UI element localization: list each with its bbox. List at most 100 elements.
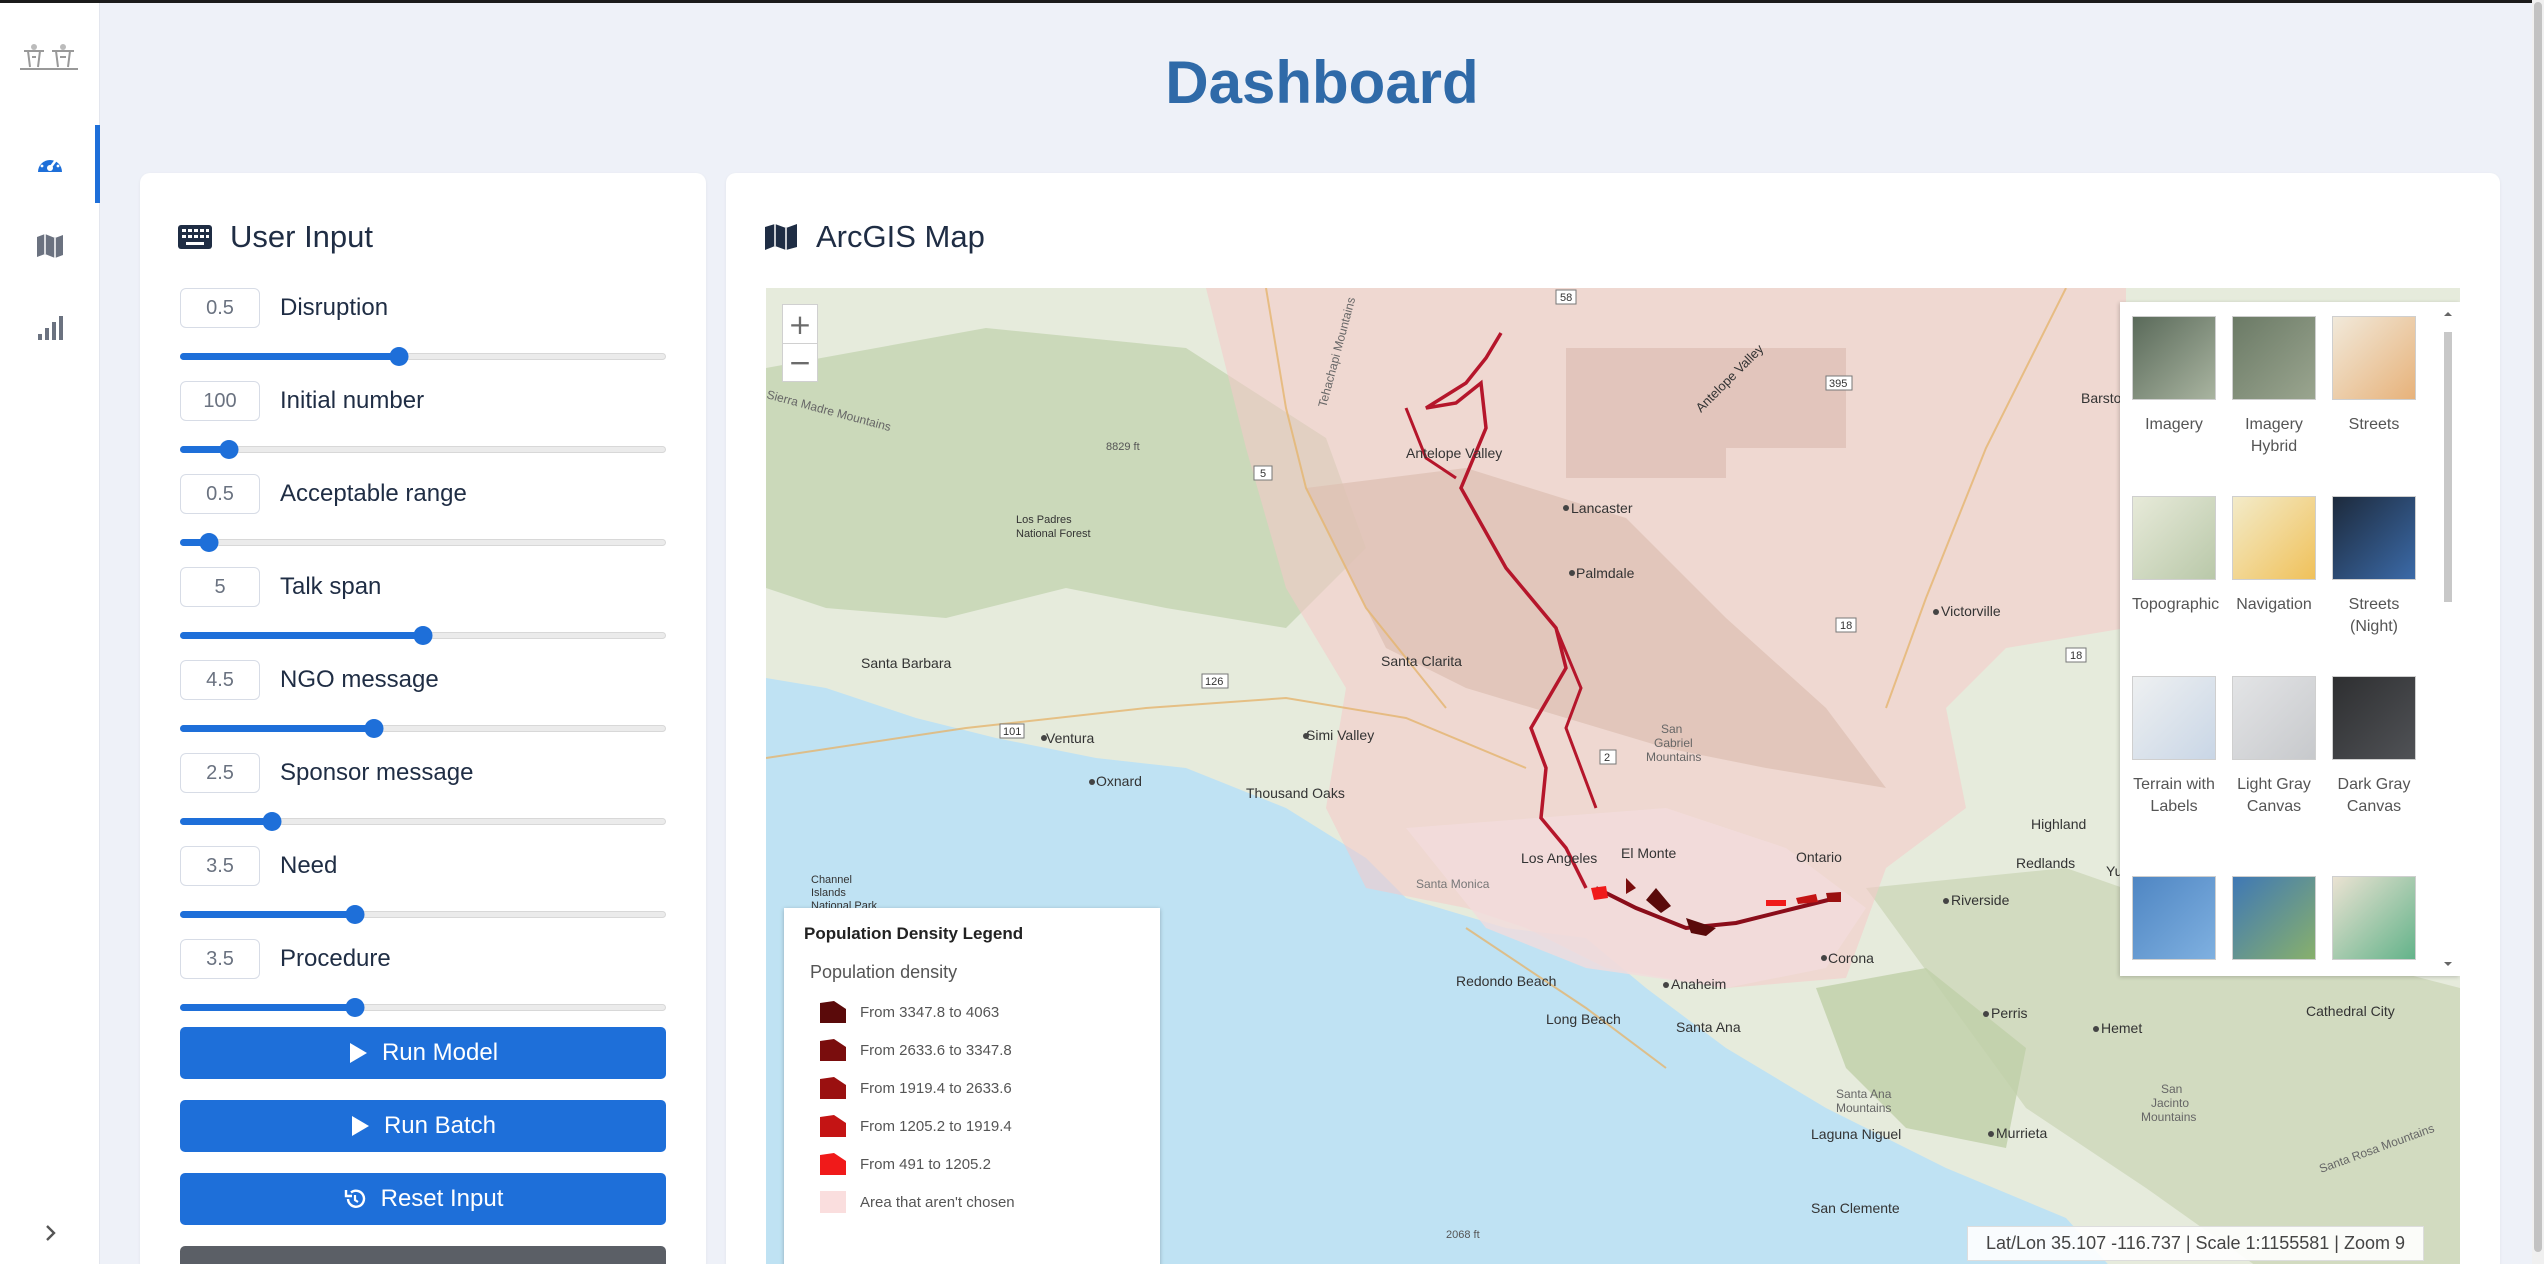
svg-text:Highland: Highland: [2031, 816, 2086, 832]
param-value-input[interactable]: 100: [180, 381, 260, 421]
basemap-option[interactable]: Imagery: [2132, 316, 2216, 436]
param-slider[interactable]: [180, 904, 666, 924]
svg-text:Lancaster: Lancaster: [1571, 500, 1633, 516]
map-card: ArcGIS Map Antelope Valley Antelope Vall…: [726, 173, 2500, 1264]
param-row: 0.5 Disruption: [180, 288, 666, 380]
slider-track: [180, 446, 666, 453]
basemap-option[interactable]: [2332, 876, 2416, 960]
param-label: Initial number: [280, 387, 425, 414]
basemap-option[interactable]: Streets (Night): [2332, 496, 2416, 638]
svg-text:2: 2: [1604, 752, 1610, 764]
gallery-scroll-thumb[interactable]: [2444, 332, 2452, 602]
svg-text:Victorville: Victorville: [1941, 603, 2001, 619]
param-slider[interactable]: [180, 997, 666, 1017]
scroll-down-icon[interactable]: [2442, 960, 2454, 968]
param-value-input[interactable]: 5: [180, 567, 260, 607]
run-batch-button[interactable]: Run Batch: [180, 1100, 666, 1152]
param-value-input[interactable]: 4.5: [180, 660, 260, 700]
svg-text:Ontario: Ontario: [1796, 849, 1842, 865]
basemap-option[interactable]: Terrain with Labels: [2132, 676, 2216, 818]
param-value-input[interactable]: 0.5: [180, 474, 260, 514]
param-slider[interactable]: [180, 532, 666, 552]
basemap-option[interactable]: Imagery Hybrid: [2232, 316, 2316, 458]
slider-thumb[interactable]: [345, 905, 365, 924]
param-slider[interactable]: [180, 625, 666, 645]
param-row: 3.5 Procedure: [180, 939, 666, 1031]
basemap-label: Terrain with Labels: [2133, 776, 2215, 815]
slider-thumb[interactable]: [389, 347, 409, 366]
basemap-option[interactable]: Topographic: [2132, 496, 2219, 616]
legend-label: From 1205.2 to 1919.4: [860, 1117, 1012, 1135]
page-scrollbar[interactable]: [2532, 0, 2544, 1264]
svg-text:Santa Monica: Santa Monica: [1416, 877, 1490, 891]
map-icon: [37, 234, 63, 258]
sidebar-toggle-button[interactable]: [30, 1213, 70, 1253]
logo: [18, 37, 80, 79]
map-header: ArcGIS Map: [764, 219, 985, 255]
reset-input-button[interactable]: Reset Input: [180, 1173, 666, 1225]
page-title: Dashboard: [1165, 49, 1479, 116]
map-title: ArcGIS Map: [816, 219, 985, 254]
slider-thumb[interactable]: [413, 626, 433, 645]
slider-thumb[interactable]: [364, 719, 384, 738]
param-value-input[interactable]: 3.5: [180, 846, 260, 886]
nav-dashboard[interactable]: [0, 125, 100, 203]
basemap-thumbnail: [2232, 316, 2316, 400]
legend-item: From 1205.2 to 1919.4: [820, 1112, 1012, 1140]
svg-text:San Clemente: San Clemente: [1811, 1200, 1900, 1216]
zoom-in-button[interactable]: +: [783, 305, 817, 343]
param-row: 4.5 NGO message: [180, 660, 666, 752]
basemap-option[interactable]: Streets: [2332, 316, 2416, 436]
slider-thumb[interactable]: [219, 440, 239, 459]
svg-text:Santa Ana: Santa Ana: [1836, 1087, 1892, 1101]
label-antelope-valley: Antelope Valley: [1406, 445, 1502, 461]
basemap-label: Dark Gray Canvas: [2337, 776, 2411, 815]
svg-text:Hemet: Hemet: [2101, 1020, 2142, 1036]
param-slider[interactable]: [180, 439, 666, 459]
param-slider[interactable]: [180, 346, 666, 366]
next-button-partially-visible[interactable]: [180, 1246, 666, 1264]
scroll-up-icon[interactable]: [2442, 310, 2454, 318]
svg-text:Ventura: Ventura: [1046, 730, 1094, 746]
svg-text:Gabriel: Gabriel: [1654, 736, 1693, 750]
basemap-option[interactable]: Light Gray Canvas: [2232, 676, 2316, 818]
svg-text:Anaheim: Anaheim: [1671, 976, 1726, 992]
map-icon: [765, 224, 797, 250]
basemap-option[interactable]: Navigation: [2232, 496, 2316, 616]
basemap-label: Navigation: [2236, 596, 2312, 613]
legend-item: Area that aren't chosen: [820, 1188, 1015, 1216]
arcgis-map[interactable]: Antelope Valley Antelope Valley Lancaste…: [766, 288, 2460, 1264]
basemap-thumbnail: [2232, 496, 2316, 580]
param-slider[interactable]: [180, 718, 666, 738]
zoom-out-button[interactable]: −: [783, 343, 817, 381]
svg-text:Los Padres: Los Padres: [1016, 514, 1072, 526]
param-value-input[interactable]: 2.5: [180, 753, 260, 793]
slider-thumb[interactable]: [345, 998, 365, 1017]
param-value-input[interactable]: 0.5: [180, 288, 260, 328]
svg-text:126: 126: [1205, 676, 1223, 688]
user-input-card: User Input 0.5 Disruption 100 Initial numbe…: [140, 173, 706, 1264]
basemap-option[interactable]: Dark Gray Canvas: [2332, 676, 2416, 818]
svg-text:Simi Valley: Simi Valley: [1306, 727, 1374, 743]
basemap-option[interactable]: [2132, 876, 2216, 960]
svg-text:Murrieta: Murrieta: [1996, 1125, 2048, 1141]
svg-text:Riverside: Riverside: [1951, 892, 2010, 908]
basemap-thumbnail: [2232, 876, 2316, 960]
nav-map[interactable]: [0, 207, 100, 285]
slider-thumb[interactable]: [199, 533, 219, 552]
legend-swatch: [820, 1153, 846, 1175]
param-slider[interactable]: [180, 811, 666, 831]
svg-text:Santa Barbara: Santa Barbara: [861, 655, 951, 671]
svg-text:Mountains: Mountains: [1836, 1101, 1891, 1115]
run-model-button[interactable]: Run Model: [180, 1027, 666, 1079]
nav-statistics[interactable]: [0, 289, 100, 367]
param-row: 5 Talk span: [180, 567, 666, 659]
svg-text:Oxnard: Oxnard: [1096, 773, 1142, 789]
gallery-scrollbar[interactable]: [2442, 310, 2454, 968]
page-scroll-thumb[interactable]: [2534, 2, 2542, 1252]
basemap-thumbnail: [2132, 876, 2216, 960]
basemap-option[interactable]: [2232, 876, 2316, 960]
slider-thumb[interactable]: [262, 812, 282, 831]
param-value-input[interactable]: 3.5: [180, 939, 260, 979]
param-row: 3.5 Need: [180, 846, 666, 938]
